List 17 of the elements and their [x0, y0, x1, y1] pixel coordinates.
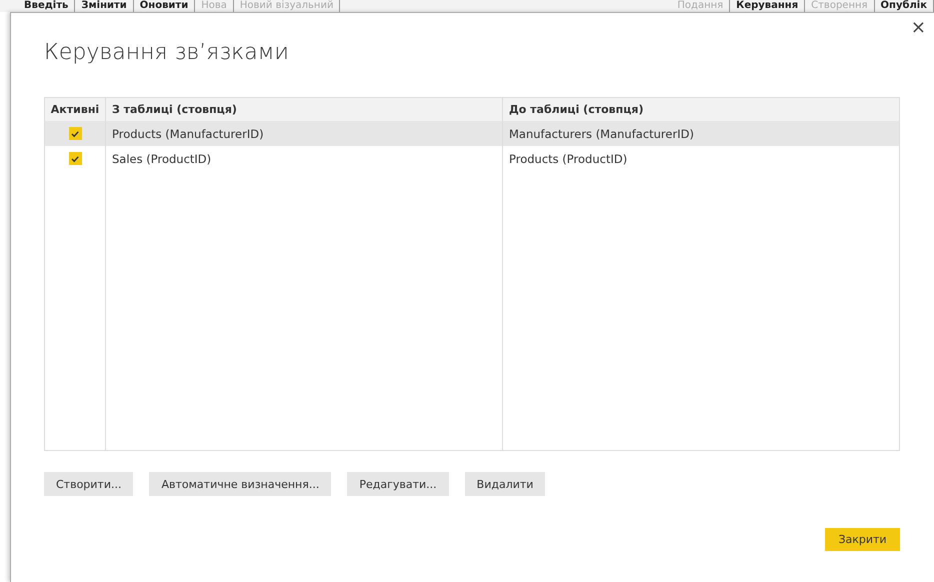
check-icon — [70, 128, 80, 138]
table-row[interactable]: Products (ManufacturerID) Manufacturers (ManufacturerID) — [45, 121, 899, 146]
table-cell: Sales (ProductID) — [106, 146, 503, 171]
column-header: До таблиці (стовпця) — [508, 102, 644, 118]
table-row[interactable]: Sales (ProductID) Products (ProductID) — [45, 146, 899, 171]
table-cell-text: Products (ProductID) — [508, 150, 628, 168]
dialog-title: Керування зв’язками — [44, 40, 289, 65]
close-button[interactable]: Закрити — [825, 528, 900, 551]
action-button[interactable]: Видалити — [464, 472, 546, 496]
checkbox[interactable] — [68, 152, 82, 165]
table-cell-text: Manufacturers (ManufacturerID) — [508, 126, 695, 142]
table-cell: Products (ManufacturerID) — [106, 121, 503, 146]
checkbox[interactable] — [68, 127, 82, 140]
action-button[interactable]: Створити... — [44, 472, 134, 496]
action-button[interactable]: Автоматичне визначення... — [149, 472, 332, 496]
check-icon — [70, 154, 80, 164]
action-button[interactable]: Редагувати... — [347, 472, 449, 496]
